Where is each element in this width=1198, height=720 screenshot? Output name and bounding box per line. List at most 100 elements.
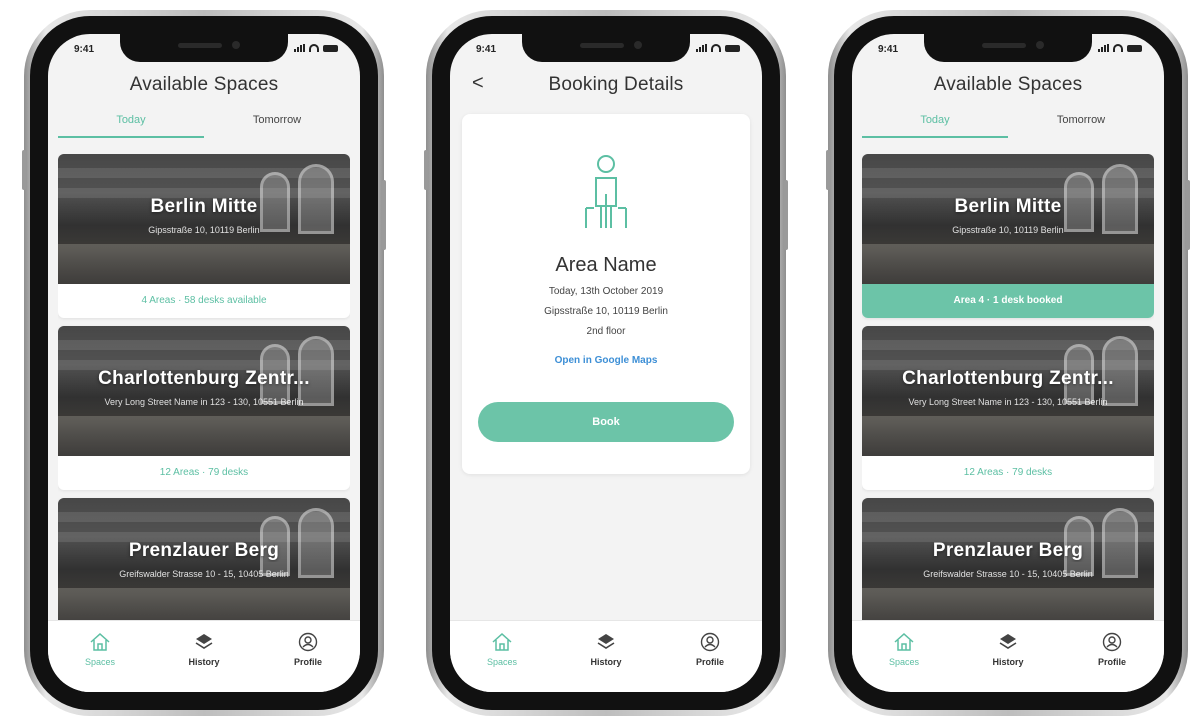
wifi-icon — [1113, 44, 1123, 52]
space-name: Prenzlauer Berg — [128, 540, 280, 561]
screen-booking-details: 9:41 < Booking Details Area Name Today, … — [450, 34, 762, 692]
space-card[interactable]: Charlottenburg Zentr... Very Long Street… — [58, 326, 350, 490]
tabbar-label: Spaces — [486, 657, 518, 667]
notch — [120, 34, 288, 62]
power-button — [784, 180, 788, 250]
volume-button — [826, 150, 830, 190]
tabbar-label: Profile — [293, 657, 322, 667]
space-name: Berlin Mitte — [954, 196, 1062, 217]
space-name: Charlottenburg Zentr... — [98, 368, 310, 389]
tabbar-label: History — [992, 657, 1024, 667]
tab-today[interactable]: Today — [58, 108, 204, 138]
tabbar-label: Spaces — [84, 657, 116, 667]
signal-icon — [294, 44, 305, 52]
space-card[interactable]: Charlottenburg Zentr... Very Long Street… — [862, 326, 1154, 490]
wifi-icon — [309, 44, 319, 52]
profile-icon — [256, 631, 360, 653]
tab-today[interactable]: Today — [862, 108, 1008, 138]
booking-status-banner: Area 4 · 1 desk booked — [862, 284, 1154, 318]
space-availability: 12 Areas · 79 desks — [963, 467, 1053, 478]
tabbar-item-history[interactable]: History — [152, 631, 256, 692]
tab-tomorrow[interactable]: Tomorrow — [1008, 108, 1154, 138]
open-in-maps-link[interactable]: Open in Google Maps — [462, 355, 750, 366]
space-photo: Prenzlauer Berg Greifswalder Strasse 10 … — [862, 498, 1154, 620]
space-card[interactable]: Berlin Mitte Gipsstraße 10, 10119 Berlin… — [58, 154, 350, 318]
phone-frame-right: 9:41 Available Spaces Today Tomorrow Ber… — [826, 10, 1190, 716]
booking-date: Today, 13th October 2019 — [548, 286, 664, 297]
home-icon — [852, 631, 956, 653]
day-tabs: Today Tomorrow — [58, 108, 350, 138]
screen-available-spaces: 9:41 Available Spaces Today Tomorrow Ber… — [48, 34, 360, 692]
screen-available-spaces-booked: 9:41 Available Spaces Today Tomorrow Ber… — [852, 34, 1164, 692]
booking-address: Gipsstraße 10, 10119 Berlin — [544, 306, 668, 317]
history-icon — [554, 631, 658, 653]
tab-tomorrow[interactable]: Tomorrow — [204, 108, 350, 138]
signal-icon — [1098, 44, 1109, 52]
page-title: Booking Details — [548, 74, 684, 95]
phone-frame-middle: 9:41 < Booking Details Area Name Today, … — [424, 10, 788, 716]
space-availability: 4 Areas · 58 desks available — [141, 295, 267, 306]
battery-icon — [323, 44, 338, 52]
booking-card: Area Name Today, 13th October 2019 Gipss… — [462, 114, 750, 474]
tabbar-label: Profile — [1097, 657, 1126, 667]
space-photo: Berlin Mitte Gipsstraße 10, 10119 Berlin — [862, 154, 1154, 284]
page-title: Available Spaces — [129, 74, 279, 95]
person-desk-icon — [462, 154, 750, 234]
bottom-tab-bar: Spaces History Profile — [852, 620, 1164, 692]
space-card[interactable]: Prenzlauer Berg Greifswalder Strasse 10 … — [58, 498, 350, 620]
tabbar-item-spaces[interactable]: Spaces — [450, 631, 554, 692]
volume-button — [424, 150, 428, 190]
space-name: Berlin Mitte — [150, 196, 258, 217]
wifi-icon — [711, 44, 721, 52]
phone-frame-left: 9:41 Available Spaces Today Tomorrow Ber… — [22, 10, 386, 716]
tabbar-label: History — [188, 657, 220, 667]
tabbar-item-profile[interactable]: Profile — [256, 631, 360, 692]
space-photo: Charlottenburg Zentr... Very Long Street… — [862, 326, 1154, 456]
spaces-list: Berlin Mitte Gipsstraße 10, 10119 Berlin… — [58, 154, 350, 620]
space-card[interactable]: Prenzlauer Berg Greifswalder Strasse 10 … — [862, 498, 1154, 620]
space-address: Very Long Street Name in 123 - 130, 1055… — [104, 397, 304, 407]
power-button — [1186, 180, 1190, 250]
bottom-tab-bar: Spaces History Profile — [450, 620, 762, 692]
battery-icon — [1127, 44, 1142, 52]
space-photo: Prenzlauer Berg Greifswalder Strasse 10 … — [58, 498, 350, 620]
area-name: Area Name — [555, 254, 657, 276]
booking-floor: 2nd floor — [586, 326, 626, 337]
space-photo: Charlottenburg Zentr... Very Long Street… — [58, 326, 350, 456]
status-time: 9:41 — [878, 44, 899, 55]
tabbar-item-profile[interactable]: Profile — [658, 631, 762, 692]
book-button[interactable]: Book — [478, 402, 734, 442]
space-address: Greifswalder Strasse 10 - 15, 10405 Berl… — [923, 569, 1093, 579]
notch — [522, 34, 690, 62]
tabbar-item-history[interactable]: History — [554, 631, 658, 692]
notch — [924, 34, 1092, 62]
tabbar-item-spaces[interactable]: Spaces — [48, 631, 152, 692]
day-tabs: Today Tomorrow — [862, 108, 1154, 138]
profile-icon — [658, 631, 762, 653]
space-card[interactable]: Berlin Mitte Gipsstraße 10, 10119 Berlin… — [862, 154, 1154, 318]
status-time: 9:41 — [74, 44, 95, 55]
space-name: Prenzlauer Berg — [932, 540, 1084, 561]
battery-icon — [725, 44, 740, 52]
tabbar-label: History — [590, 657, 622, 667]
space-address: Gipsstraße 10, 10119 Berlin — [148, 225, 260, 235]
spaces-list: Berlin Mitte Gipsstraße 10, 10119 Berlin… — [862, 154, 1154, 620]
home-icon — [450, 631, 554, 653]
space-photo: Berlin Mitte Gipsstraße 10, 10119 Berlin — [58, 154, 350, 284]
space-address: Gipsstraße 10, 10119 Berlin — [952, 225, 1064, 235]
power-button — [382, 180, 386, 250]
volume-button — [22, 150, 26, 190]
bottom-tab-bar: Spaces History Profile — [48, 620, 360, 692]
back-button[interactable]: < — [472, 72, 484, 95]
status-time: 9:41 — [476, 44, 497, 55]
tabbar-label: Profile — [695, 657, 724, 667]
home-icon — [48, 631, 152, 653]
tabbar-item-spaces[interactable]: Spaces — [852, 631, 956, 692]
signal-icon — [696, 44, 707, 52]
tabbar-item-history[interactable]: History — [956, 631, 1060, 692]
history-icon — [956, 631, 1060, 653]
space-availability: 12 Areas · 79 desks — [159, 467, 249, 478]
tabbar-item-profile[interactable]: Profile — [1060, 631, 1164, 692]
space-name: Charlottenburg Zentr... — [902, 368, 1114, 389]
space-address: Greifswalder Strasse 10 - 15, 10405 Berl… — [119, 569, 289, 579]
